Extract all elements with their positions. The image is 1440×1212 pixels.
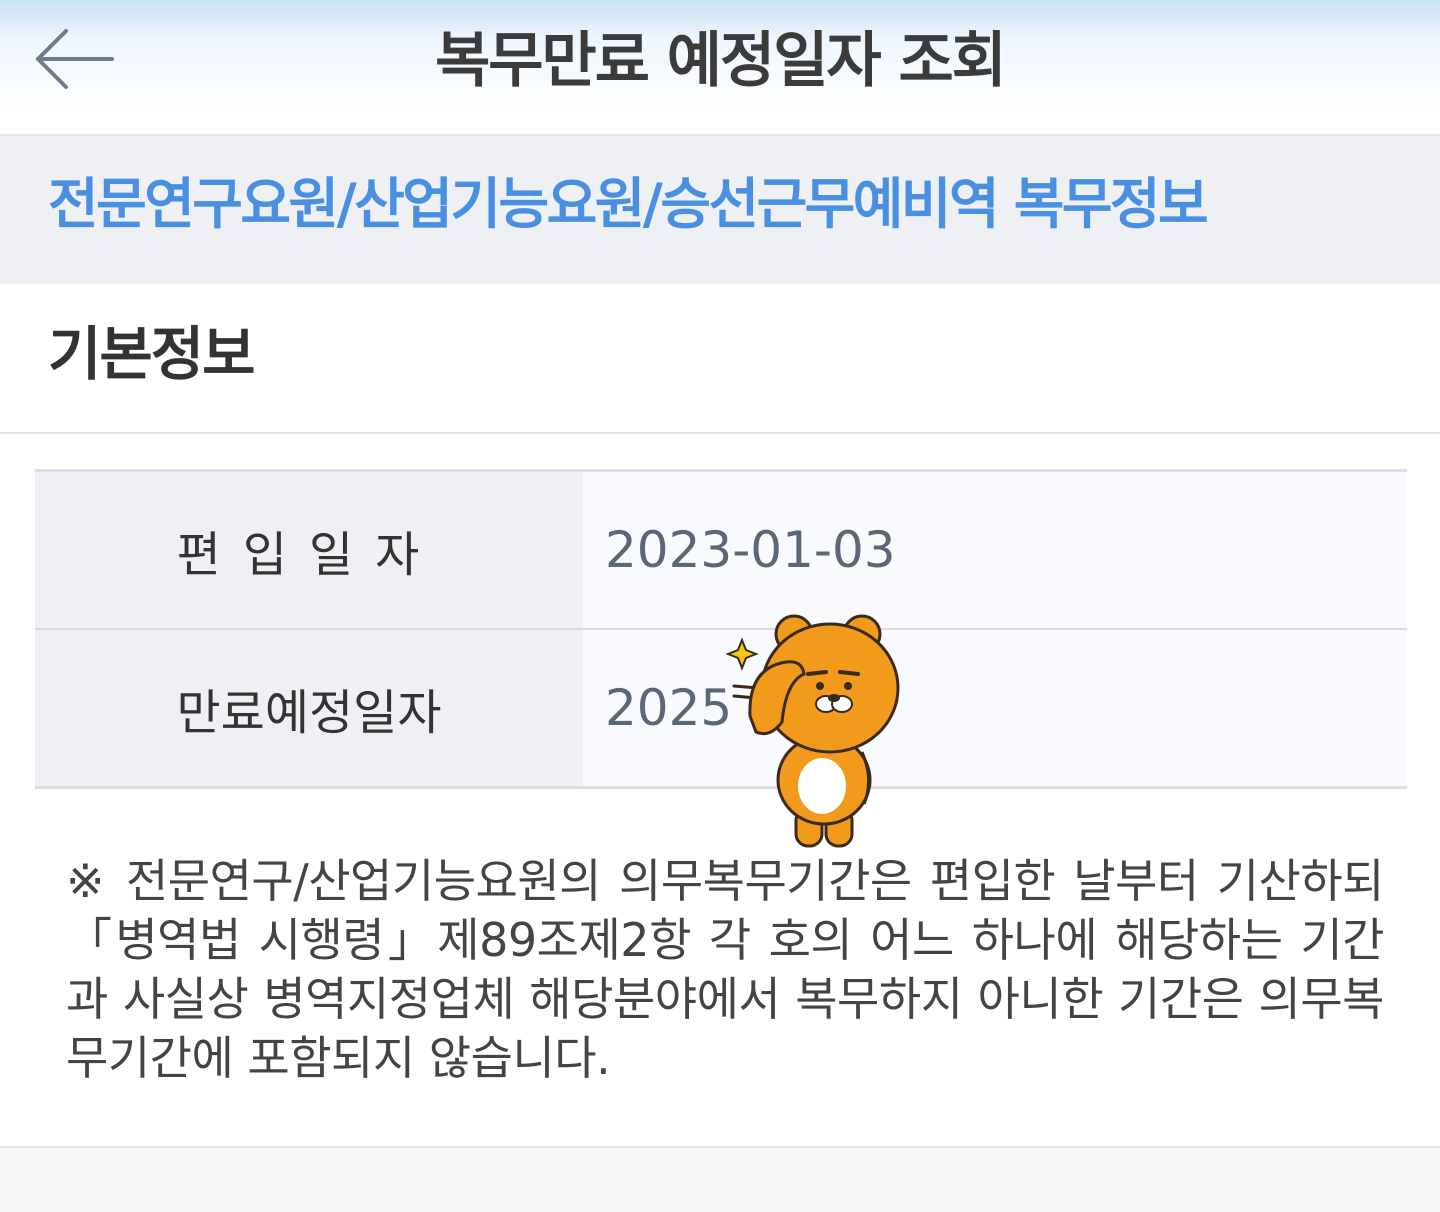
app-header: 복무만료 예정일자 조회 (0, 0, 1440, 136)
bear-character-sticker (725, 614, 900, 848)
basic-info-table: 편입일자 2023-01-03 만료예정일자 2025 (35, 469, 1407, 789)
table-row: 만료예정일자 2025 (35, 628, 1407, 788)
enlistment-date-label: 편입일자 (35, 470, 583, 629)
expiry-date-label: 만료예정일자 (35, 628, 583, 788)
expiry-date-value: 2025 (583, 628, 1407, 788)
page-title: 복무만료 예정일자 조회 (435, 26, 1007, 96)
enlistment-date-value: 2023-01-03 (583, 470, 1407, 629)
section-title: 기본정보 (48, 320, 255, 388)
service-period-notice: ※ 전문연구/산업기능요원의 의무복무기간은 편입한 날부터 기산하되「병역법 … (66, 854, 1385, 1085)
table-row: 편입일자 2023-01-03 (35, 470, 1407, 629)
section-divider (0, 432, 1440, 434)
bottom-area (0, 1148, 1440, 1212)
banner-title: 전문연구요원/산업기능요원/승선근무예비역 복무정보 (48, 172, 1209, 236)
